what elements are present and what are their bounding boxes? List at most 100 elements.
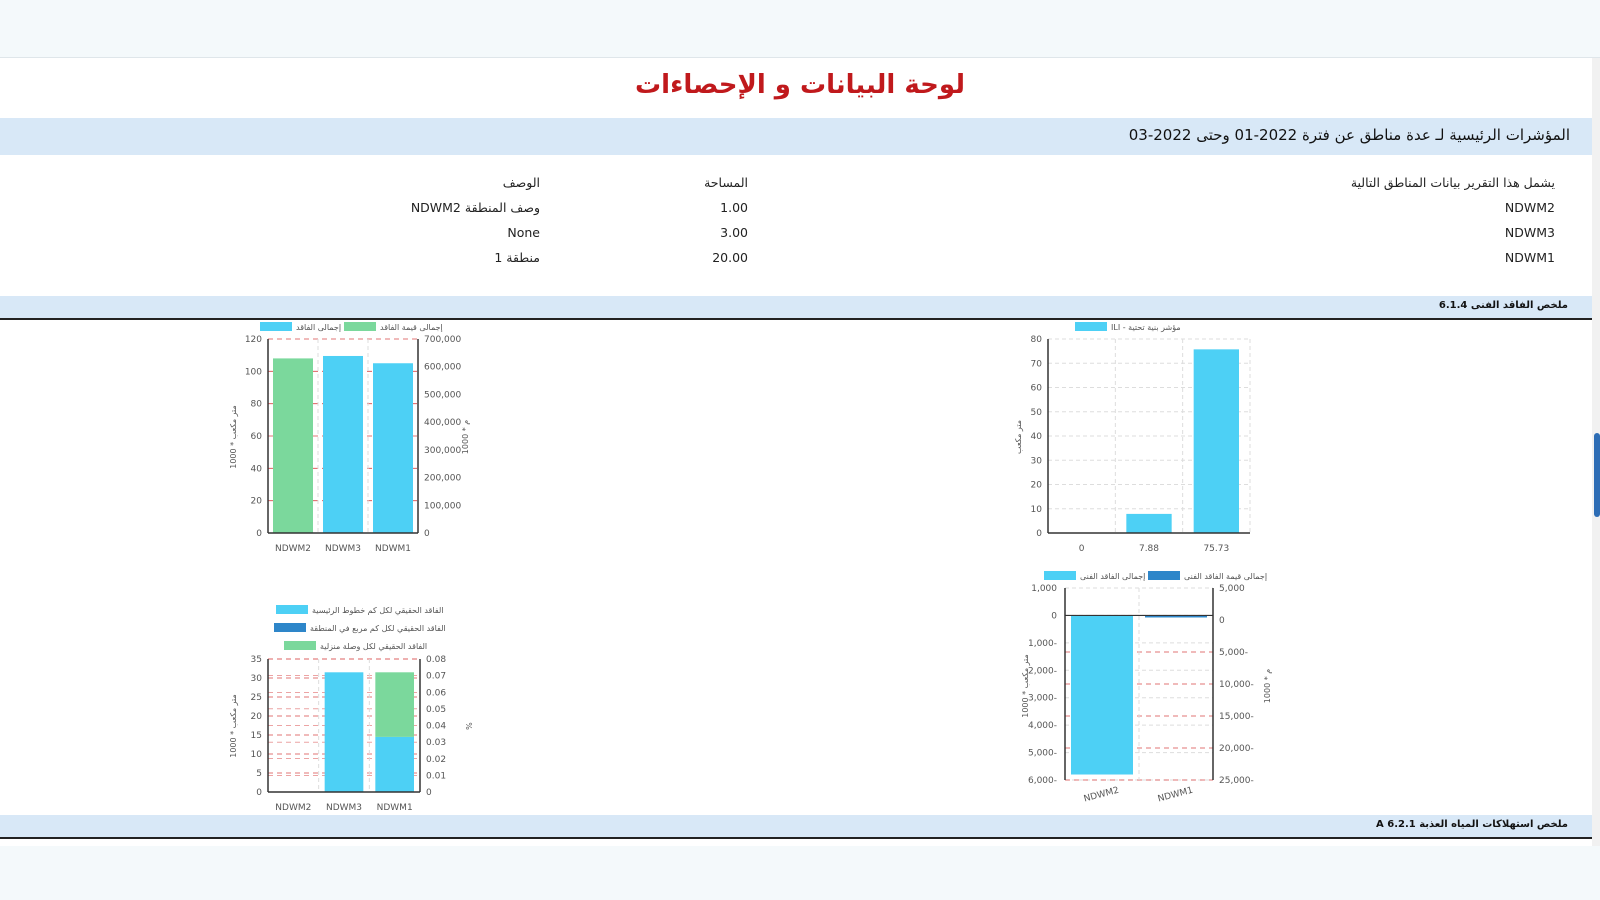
bar (324, 672, 364, 792)
x-tick-label: NDWM1 (1157, 786, 1194, 805)
legend-swatch (274, 623, 306, 632)
y2-tick-label: 0.08 (426, 655, 446, 665)
y-tick-label: 20 (251, 497, 263, 507)
y-tick-label: 80 (251, 400, 263, 410)
table-row-area: 20.00 (712, 250, 748, 265)
y-tick-label: 25 (251, 693, 262, 703)
y-tick-label: 0 (256, 529, 262, 539)
legend-label: الفاقد الحقيقي لكل كم خطوط الرئيسية (312, 606, 444, 615)
y-tick-label: 20 (1031, 481, 1043, 491)
y-tick-label: 15 (251, 731, 262, 741)
y-tick-label: 5,000- (1028, 749, 1057, 759)
y2-tick-label: 400,000 (424, 418, 461, 428)
table-row-zone: NDWM2 (1504, 200, 1555, 215)
bar (373, 363, 413, 533)
y-tick-label: 4,000- (1028, 721, 1057, 731)
header-band-text: المؤشرات الرئيسية لـ عدة مناطق عن فترة 2… (1128, 126, 1570, 144)
legend-swatch (1044, 571, 1076, 580)
bar (1126, 513, 1172, 533)
y-tick-label: 30 (251, 674, 263, 684)
y-tick-label: 10 (251, 750, 263, 760)
legend-swatch (344, 322, 376, 331)
table-intro: يشمل هذا التقرير بيانات المناطق التالية (1350, 175, 1555, 190)
bar (323, 355, 363, 533)
y-tick-label: 10 (1031, 505, 1043, 515)
y2-axis-label: 1000 * م (461, 420, 470, 454)
y2-tick-label: 0.04 (426, 722, 446, 732)
y2-tick-label: 700,000 (424, 335, 461, 345)
table-header-desc: الوصف (502, 175, 540, 190)
y-tick-label: 1,000 (1031, 584, 1057, 594)
y2-tick-label: 5,000- (1219, 648, 1248, 658)
table-row-area: 3.00 (720, 225, 748, 240)
bar (273, 358, 313, 533)
legend-label: إجمالى قيمة الفاقد (380, 323, 443, 333)
legend-label: إجمالى قيمة الفاقد الفنى (1184, 572, 1267, 582)
y2-tick-label: 200,000 (424, 474, 461, 484)
x-tick-label: NDWM1 (375, 544, 411, 554)
x-tick-label: 0 (1079, 544, 1085, 554)
legend-label: ILI - مؤشر بنية تحتية (1111, 323, 1181, 332)
y2-tick-label: 0.05 (426, 705, 446, 715)
y2-tick-label: 5,000 (1219, 584, 1245, 594)
ili-chart: ILI - مؤشر بنية تحتية 0 10 20 30 40 50 60 70 80 0 7… (1015, 322, 1251, 554)
y2-tick-label: 0 (1219, 616, 1225, 626)
y2-tick-label: 0 (424, 529, 430, 539)
y-axis-label: 1000 * متر مكعب (1021, 654, 1030, 718)
bar (1071, 615, 1133, 775)
y-axis-label: متر مكعب (1015, 420, 1023, 454)
x-tick-label: NDWM3 (326, 803, 362, 813)
y-tick-label: 5 (256, 769, 262, 779)
y2-tick-label: 0 (426, 788, 432, 798)
y2-tick-label: 10,000- (1219, 680, 1254, 690)
per-unit-chart: الفاقد الحقيقي لكل كم خطوط الرئيسية الفاق… (229, 605, 474, 813)
y2-tick-label: 0.02 (426, 755, 446, 765)
y-axis-label: 1000 * متر مكعب (229, 405, 238, 469)
legend-swatch (284, 641, 316, 650)
y-tick-label: 2,000- (1028, 666, 1057, 676)
x-tick-label: NDWM1 (377, 803, 413, 813)
x-tick-label: NDWM3 (325, 544, 361, 554)
y2-tick-label: 500,000 (424, 390, 461, 400)
section-band-fresh-water: ملخص استهلاكات المياه العذبة A 6.2.1 (0, 815, 1592, 839)
scrollbar-thumb[interactable] (1594, 433, 1600, 517)
y2-axis-label: % (465, 722, 474, 730)
losses-chart: إجمالى قيمة الفاقد إجمالى الفاقد 0 20 40 60 80… (229, 322, 470, 554)
y-tick-label: 30 (1031, 456, 1043, 466)
x-tick-label: NDWM2 (275, 803, 311, 813)
bar (375, 672, 414, 737)
y-tick-label: 40 (1031, 432, 1043, 442)
table-row-desc: منطقة 1 (494, 250, 540, 265)
y-tick-label: 50 (1031, 408, 1043, 418)
y2-tick-label: 15,000- (1219, 712, 1254, 722)
x-tick-label: 7.88 (1139, 544, 1159, 554)
y2-tick-label: 25,000- (1219, 776, 1254, 786)
legend-label: الفاقد الحقيقي لكل وصلة منزلية (320, 642, 427, 651)
table-header-area: المساحة (704, 175, 748, 190)
table-row-zone: NDWM3 (1504, 225, 1555, 240)
y-tick-label: 0 (256, 788, 262, 798)
x-tick-label: NDWM2 (1083, 786, 1120, 805)
y-tick-label: 100 (245, 367, 262, 377)
y-tick-label: 0 (1036, 529, 1042, 539)
legend-label: إجمالى الفاقد (296, 323, 341, 333)
y2-tick-label: 300,000 (424, 446, 461, 456)
y2-axis-label: 1000 * م (1263, 669, 1272, 703)
bar (1193, 349, 1239, 533)
legend-swatch (1148, 571, 1180, 580)
table-row-desc: وصف المنطقة NDWM2 (410, 200, 540, 215)
y-tick-label: 60 (1031, 384, 1043, 394)
y-tick-label: 35 (251, 655, 262, 665)
y-tick-label: 80 (1031, 335, 1043, 345)
top-bar (0, 0, 1600, 58)
y2-tick-label: 100,000 (424, 501, 461, 511)
table-row-zone: NDWM1 (1504, 250, 1555, 265)
x-tick-label: 75.73 (1203, 544, 1229, 554)
y-tick-label: 60 (251, 432, 263, 442)
y-tick-label: 3,000- (1028, 694, 1057, 704)
legend-label: الفاقد الحقيقي لكل كم مربع في المنطقة (310, 624, 446, 633)
legend-swatch (1075, 322, 1107, 331)
table-row-area: 1.00 (720, 200, 748, 215)
legend-swatch (276, 605, 308, 614)
y2-tick-label: 20,000- (1219, 744, 1254, 754)
